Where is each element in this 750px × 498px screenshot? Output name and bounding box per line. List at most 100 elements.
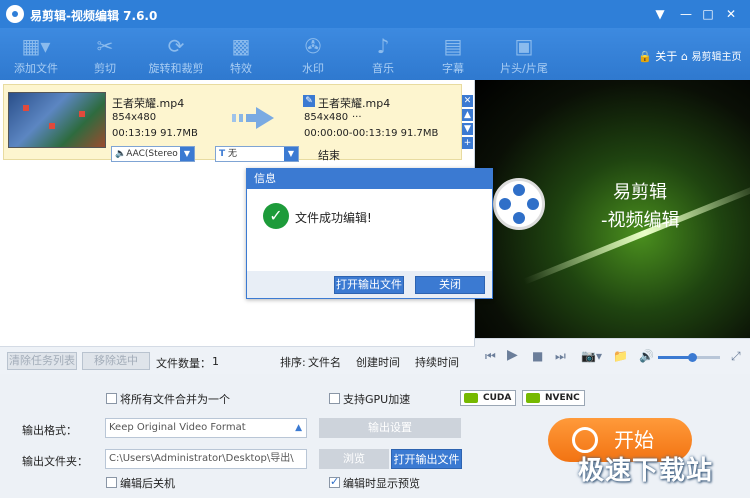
output-folder-label: 输出文件夹： (22, 455, 88, 468)
shutdown-after-checkbox[interactable] (106, 477, 117, 488)
output-settings-button[interactable]: 输出设置 (319, 418, 461, 438)
sort-by-duration[interactable]: 持续时间 (415, 354, 459, 370)
output-options-more[interactable]: ··· (352, 112, 362, 123)
speaker-icon: 🔈 (115, 149, 127, 159)
info-dialog: 信息 ✓ 文件成功编辑! 打开输出文件 关闭 (246, 168, 493, 299)
about-link[interactable]: 🔒 关于 (638, 48, 677, 64)
file-count-label: 文件数量： (156, 357, 211, 370)
subtitle-select[interactable]: T 无 ▼ (215, 146, 299, 162)
clear-task-list-button[interactable]: 清除任务列表 (7, 352, 77, 370)
move-down-icon[interactable]: ▼ (462, 123, 473, 135)
edit-output-icon[interactable]: ✎ (303, 95, 315, 107)
source-file-name: 王者荣耀.mp4 (112, 97, 185, 110)
lock-icon: 🔒 (638, 50, 652, 63)
home-icon: ⌂ (681, 50, 688, 63)
cuda-badge: CUDA (460, 390, 517, 406)
title-bar: 易剪辑-视频编辑 7.6.0 ▼ — □ ✕ (0, 0, 750, 28)
music-note-icon: ♪ (376, 34, 390, 58)
cut-button[interactable]: ✂ 剪切 (80, 28, 130, 80)
maximize-button[interactable]: □ (699, 5, 717, 23)
success-check-icon: ✓ (263, 203, 289, 229)
shutdown-after-label: 编辑后关机 (120, 477, 175, 490)
nvenc-badge: NVENC (522, 390, 585, 406)
output-format-select[interactable]: Keep Original Video Format ▲ (105, 418, 307, 438)
preview-title-line2: -视频编辑 (601, 210, 680, 231)
video-preview: 易剪辑 -视频编辑 (475, 80, 750, 338)
remove-task-icon[interactable]: ✕ (462, 95, 473, 107)
task-status: 结束 (318, 149, 340, 162)
film-add-icon: ▦▾ (21, 34, 51, 58)
audio-track-select[interactable]: 🔈AAC(Stereo 4 ▼ (111, 146, 195, 162)
open-folder-icon[interactable]: 📁 (613, 349, 628, 363)
dialog-close-button[interactable]: 关闭 (415, 276, 485, 294)
merge-files-checkbox[interactable] (106, 393, 117, 404)
volume-slider[interactable] (658, 353, 720, 362)
browse-button[interactable]: 浏览 (319, 449, 389, 469)
play-icon[interactable]: ▶ (507, 347, 518, 363)
intro-outro-button[interactable]: ▣ 片头/片尾 (494, 28, 554, 80)
gpu-acceleration-checkbox[interactable] (329, 393, 340, 404)
app-title: 易剪辑-视频编辑 7.6.0 (30, 9, 158, 23)
homepage-link[interactable]: ⌂ 易剪辑主页 (681, 48, 741, 63)
close-window-button[interactable]: ✕ (722, 5, 740, 23)
toolbar: ▦▾ 添加文件 ✂ 剪切 ⟳ 旋转和裁剪 ▩ 特效 ✇ 水印 ♪ 音乐 ▤ 字幕… (0, 28, 750, 80)
move-up-icon[interactable]: ▲ (462, 109, 473, 121)
merge-files-label: 将所有文件合并为一个 (120, 393, 230, 406)
dialog-open-output-button[interactable]: 打开输出文件 (334, 276, 404, 294)
convert-arrow-icon (232, 107, 274, 129)
music-button[interactable]: ♪ 音乐 (360, 28, 406, 80)
task-row[interactable]: 王者荣耀.mp4 854x480 00:13:19 91.7MB 🔈AAC(St… (3, 84, 462, 162)
source-duration-size: 00:13:19 91.7MB (112, 128, 198, 139)
chevron-up-icon: ▲ (295, 423, 302, 433)
sort-by-created[interactable]: 创建时间 (356, 354, 400, 370)
dialog-footer: 打开输出文件 关闭 (247, 271, 492, 298)
output-duration-size: 00:00:00-00:13:19 91.7MB (304, 128, 439, 139)
text-icon: T (219, 149, 226, 159)
video-thumbnail (8, 92, 106, 148)
output-format-label: 输出格式： (22, 424, 77, 437)
crop-rotate-icon: ⟳ (167, 34, 185, 58)
add-task-icon[interactable]: + (462, 137, 473, 149)
effects-button[interactable]: ▩ 特效 (218, 28, 264, 80)
preview-title-line1: 易剪辑 (613, 182, 667, 203)
subtitle-button[interactable]: ▤ 字幕 (430, 28, 476, 80)
stop-icon[interactable]: ■ (532, 349, 543, 363)
source-resolution: 854x480 (112, 112, 157, 123)
filmstrip-sparkle-icon: ▩ (231, 34, 251, 58)
add-file-button[interactable]: ▦▾ 添加文件 (6, 28, 66, 80)
gpu-acceleration-label: 支持GPU加速 (343, 393, 411, 406)
show-preview-checkbox[interactable] (329, 475, 340, 488)
film-reel-icon: ✇ (304, 34, 322, 58)
subtitle-icon: ▤ (443, 34, 463, 58)
output-resolution: 854x480 (304, 112, 349, 123)
sort-label: 排序: (280, 356, 306, 369)
open-output-folder-button[interactable]: 打开输出文件 (391, 449, 462, 469)
list-footer: 清除任务列表 移除选中 文件数量： 1 排序: 文件名 创建时间 持续时间 (0, 346, 475, 374)
output-file-name: 王者荣耀.mp4 (318, 97, 391, 110)
rotate-crop-button[interactable]: ⟳ 旋转和裁剪 (143, 28, 209, 80)
next-frame-icon[interactable]: ⏭ (555, 349, 566, 364)
app-logo-icon (6, 5, 24, 23)
menu-dropdown-icon[interactable]: ▼ (651, 5, 669, 23)
title-card-icon: ▣ (514, 34, 534, 58)
watermark-button[interactable]: ✇ 水印 (290, 28, 336, 80)
app-reel-logo-icon (493, 178, 545, 230)
output-folder-field[interactable]: C:\Users\Administrator\Desktop\导出\ (105, 449, 307, 469)
volume-slider-fill (658, 356, 693, 359)
fullscreen-icon[interactable]: ⤢ (731, 349, 741, 364)
player-controls: ⏮ ▶ ■ ⏭ 📷▾ 📁 🔊 ⤢ (475, 338, 750, 374)
snapshot-camera-icon[interactable]: 📷▾ (581, 349, 602, 363)
minimize-button[interactable]: — (677, 5, 695, 23)
chevron-down-icon: ▼ (284, 147, 298, 161)
volume-icon[interactable]: 🔊 (639, 349, 654, 363)
volume-slider-knob[interactable] (688, 353, 698, 362)
sort-by-name[interactable]: 文件名 (308, 354, 341, 370)
dialog-title: 信息 (247, 169, 492, 189)
previous-frame-icon[interactable]: ⏮ (485, 349, 496, 364)
watermark-text: 极速下载站 (578, 456, 714, 486)
dialog-message: 文件成功编辑! (295, 211, 372, 225)
file-count-value: 1 (212, 355, 219, 368)
scissors-icon: ✂ (96, 34, 114, 58)
chevron-down-icon: ▼ (180, 147, 194, 161)
remove-selected-button[interactable]: 移除选中 (82, 352, 150, 370)
